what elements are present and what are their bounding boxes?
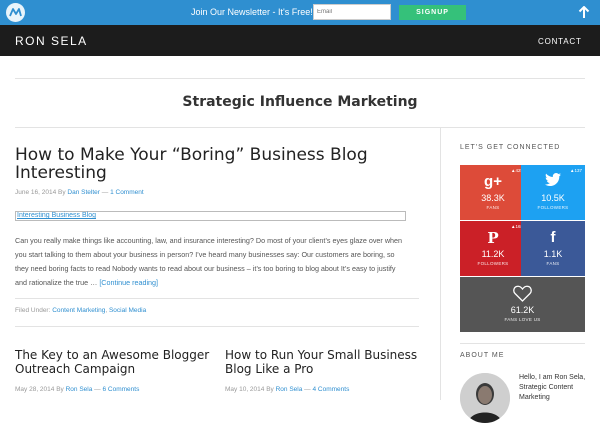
tile-label: FANS: [486, 205, 500, 210]
sidebar-connect-title: LET'S GET CONNECTED: [460, 144, 561, 151]
tile-count: 10.5K: [541, 193, 565, 203]
social-tile-google-plus[interactable]: ▲425 g+ 38.3K FANS: [460, 165, 526, 220]
social-tile-twitter[interactable]: ▲137 10.5K FOLLOWERS: [521, 165, 585, 220]
post-author-link[interactable]: Dan Stelter: [67, 189, 100, 196]
twitter-icon: [545, 173, 561, 186]
post-excerpt-text: Can you really make things like accounti…: [15, 236, 403, 287]
post-comments-link[interactable]: 4 Comments: [312, 386, 349, 393]
sidebar-about-title: ABOUT ME: [460, 352, 505, 359]
post-meta: June 16, 2014 By Dan Stelter — 1 Comment: [15, 189, 144, 196]
site-header: RON SELA CONTACT: [0, 25, 600, 56]
post-author-link[interactable]: Ron Sela: [276, 386, 303, 393]
divider: [15, 298, 419, 299]
tile-count: 38.3K: [481, 193, 505, 203]
post-title[interactable]: The Key to an Awesome Blogger Outreach C…: [15, 348, 215, 376]
tile-badge: ▲137: [570, 168, 582, 173]
meta-separator: —: [94, 386, 101, 393]
post-image-alt[interactable]: Interesting Business Blog: [17, 212, 96, 219]
newsletter-text: Join Our Newsletter - It's Free!: [191, 7, 313, 17]
tile-count: 1.1K: [543, 249, 563, 259]
filed-under-label: Filed Under:: [15, 307, 51, 314]
category-link[interactable]: Content Marketing: [52, 307, 105, 314]
google-plus-icon: g+: [484, 173, 502, 190]
divider: [15, 127, 585, 128]
social-tile-facebook[interactable]: f 1.1K FANS: [521, 221, 585, 276]
post-comments-link[interactable]: 6 Comments: [102, 386, 139, 393]
avatar: [460, 373, 510, 423]
post-by: By: [58, 189, 66, 196]
tile-label: FOLLOWERS: [537, 205, 569, 210]
heart-icon: [513, 285, 532, 302]
nav-contact[interactable]: CONTACT: [538, 37, 582, 46]
about-text: Hello, I am Ron Sela, Strategic Content …: [519, 374, 586, 401]
divider: [15, 78, 585, 79]
tile-label: FANS: [546, 261, 560, 266]
meta-separator: —: [101, 189, 109, 196]
arrow-up-icon[interactable]: [578, 6, 590, 19]
site-title[interactable]: RON SELA: [15, 34, 88, 48]
post-title[interactable]: How to Run Your Small Business Blog Like…: [225, 348, 420, 376]
meta-separator: —: [304, 386, 311, 393]
signup-button[interactable]: SIGNUP: [399, 5, 466, 20]
post-comments-link[interactable]: 1 Comment: [110, 189, 144, 196]
post-excerpt: Can you really make things like accounti…: [15, 234, 407, 290]
post-date: May 10, 2014: [225, 386, 265, 393]
social-tile-pinterest[interactable]: ▲168 P 11.2K FOLLOWERS: [460, 221, 526, 276]
divider: [15, 326, 419, 327]
tile-count: 11.2K: [481, 249, 505, 259]
tile-label: FOLLOWERS: [477, 261, 509, 266]
page-title: Strategic Influence Marketing: [182, 94, 418, 110]
post-meta: May 28, 2014 By Ron Sela — 6 Comments: [15, 386, 139, 393]
post-title[interactable]: How to Make Your “Boring” Business Blog …: [15, 146, 395, 182]
email-input[interactable]: [313, 4, 391, 20]
divider: [460, 343, 585, 344]
pinterest-icon: P: [487, 229, 499, 247]
post-meta: May 10, 2014 By Ron Sela — 4 Comments: [225, 386, 349, 393]
post-date: May 28, 2014: [15, 386, 55, 393]
category-separator: ,: [105, 307, 108, 314]
sidebar-divider: [440, 128, 441, 400]
tile-count: 61.2K: [510, 305, 535, 315]
social-tile-love[interactable]: 61.2K FANS LOVE US: [460, 277, 585, 332]
continue-reading-link[interactable]: [Continue reading]: [99, 278, 158, 287]
newsletter-bar: Join Our Newsletter - It's Free! SIGNUP: [0, 0, 600, 25]
site-logo-icon[interactable]: [6, 3, 25, 22]
post-author-link[interactable]: Ron Sela: [66, 386, 93, 393]
post-by: By: [56, 386, 64, 393]
category-link[interactable]: Social Media: [109, 307, 146, 314]
facebook-icon: f: [550, 229, 556, 246]
tile-label: FANS LOVE US: [504, 317, 541, 322]
post-by: By: [266, 386, 274, 393]
post-categories: Filed Under: Content Marketing, Social M…: [15, 307, 146, 314]
post-date: June 16, 2014: [15, 189, 57, 196]
post-image[interactable]: Interesting Business Blog: [15, 211, 406, 221]
